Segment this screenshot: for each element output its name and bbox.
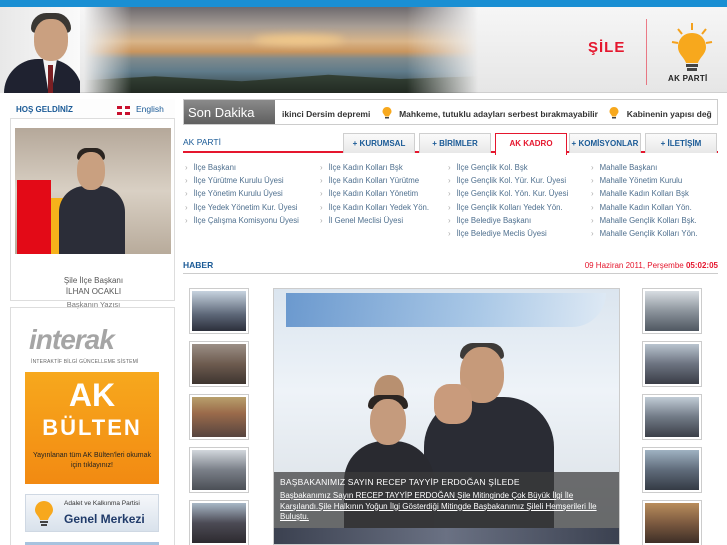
menu-item[interactable]: Mahalle Kadın Kolları Bşk [591,189,697,202]
ticker-item[interactable]: Kabinenin yapısı değ [627,109,712,119]
bulten-title: BÜLTEN [42,415,142,440]
menu-item[interactable]: İlçe Gençlik Kol. Yön. Kur. Üyesi [448,189,569,202]
bulten-text: Yayınlanan tüm AK Bülten'leri okumak içi… [33,452,151,469]
menu-item[interactable]: İlçe Yedek Yönetim Kur. Üyesi [185,203,299,216]
city-title: ŞİLE [588,39,626,56]
news-datetime: 09 Haziran 2011, Perşembe 05:02:05 [584,261,718,270]
menu-item[interactable]: İlçe Belediye Meclis Üyesi [448,229,568,242]
ticker-item[interactable]: ikinci Dersim depremi [282,109,370,119]
news-thumbnail[interactable] [642,341,702,387]
tab-birimler[interactable]: + BİRİMLER [419,133,491,153]
news-header: HABER 09 Haziran 2011, Perşembe 05:02:05 [183,258,718,274]
nav-brand: AK PARTİ [183,137,221,147]
main-nav: AK PARTİ + KURUMSAL + BİRİMLER AK KADRO … [183,133,718,155]
english-link[interactable]: English [136,104,164,114]
logo-label: AK PARTİ [668,74,708,83]
menu-item[interactable]: Mahalle Gençlik Kolları Bşk. [591,216,697,229]
menu-item[interactable]: Mahalle Yönetim Kurulu [591,176,697,189]
uk-flag-icon[interactable] [117,106,130,115]
menu-column: İlçe Kadın Kolları Bşk İlçe Kadın Kollar… [320,163,429,229]
featured-body[interactable]: Başbakanımız Sayın RECEP TAYYİP ERDOĞAN … [280,491,610,523]
menu-column: İlçe Gençlik Kol. Bşk İlçe Gençlik Kol. … [448,163,569,242]
menu-item[interactable]: Mahalle Kadın Kolları Yön. [591,203,697,216]
featured-news[interactable]: BAŞBAKANIMIZ SAYIN RECEP TAYYİP ERDOĞAN … [273,288,620,545]
featured-bottom-strip [274,528,619,544]
site-header: ŞİLE AK PARTİ [0,7,727,93]
menu-column: Mahalle Başkanı Mahalle Yönetim Kurulu M… [591,163,698,242]
ticker-items: ikinci Dersim depremi Mahkeme, tutuklu a… [282,106,716,120]
news-thumbnail[interactable] [642,447,702,493]
menu-item[interactable]: İlçe Yürütme Kurulu Üyesi [185,176,299,189]
menu-item[interactable]: İlçe Başkanı [185,163,299,176]
top-bar [0,0,727,7]
news-thumbnail[interactable] [642,288,702,334]
genel-merkez-banner[interactable]: Adalet ve Kalkınma Partisi Genel Merkezi [25,494,159,532]
interak-logo: interak [29,324,115,355]
menu-item[interactable]: İlçe Gençlik Kol. Bşk [448,163,568,176]
welcome-title: HOŞ GELDİNİZ [16,105,73,114]
header-panorama [84,7,478,93]
news-day: Perşembe [647,261,684,270]
ak-bulten-banner[interactable]: AK BÜLTEN Yayınlanan tüm AK Bülten'leri … [25,372,159,484]
menu-item[interactable]: İlçe Gençlik Kolları Yedek Yön. [448,203,568,216]
menu-column: İlçe Başkanı İlçe Yürütme Kurulu Üyesi İ… [185,163,299,229]
tab-iletisim[interactable]: + İLETİŞİM [645,133,717,153]
left-sidebar: HOŞ GELDİNİZ English Şile İlçe Başkanı İ… [10,99,175,309]
ticker-item[interactable]: Mahkeme, tutuklu adayları serbest bırakm… [399,109,598,119]
news-thumbnail[interactable] [642,500,702,545]
menu-item[interactable]: İlçe Çalışma Komisyonu Üyesi [185,216,299,229]
news-thumbnail[interactable] [189,394,249,440]
merkez-big-text: Genel Merkezi [64,512,145,526]
ticker-label: Son Dakika [184,100,275,124]
news-thumbnail[interactable] [642,394,702,440]
interak-banner[interactable]: interak İNTERAKTİF BİLGİ GÜNCELLEME SİST… [29,316,159,372]
breaking-news-ticker: Son Dakika ikinci Dersim depremi Mahkeme… [183,99,718,125]
bulten-title-ak: AK [68,377,116,413]
profile-photo[interactable] [15,128,171,254]
news-thumbnail[interactable] [189,288,249,334]
featured-caption: BAŞBAKANIMIZ SAYIN RECEP TAYYİP ERDOĞAN … [274,472,619,528]
news-title: HABER [183,260,214,270]
ak-bulb-icon [609,107,619,119]
profile-card: Şile İlçe Başkanı İLHAN OCAKLI Başkanın … [10,119,175,309]
header-portrait [0,7,80,93]
featured-title[interactable]: BAŞBAKANIMIZ SAYIN RECEP TAYYİP ERDOĞAN … [280,477,520,487]
menu-item[interactable]: İlçe Gençlik Kol. Yür. Kur. Üyesi [448,176,568,189]
menu-item[interactable]: İlçe Belediye Başkanı [448,216,568,229]
profile-title: Şile İlçe Başkanı [63,276,124,285]
tab-ak-kadro[interactable]: AK KADRO [495,133,567,155]
tab-komisyonlar[interactable]: + KOMİSYONLAR [569,133,641,153]
menu-item[interactable]: İlçe Kadın Kolları Bşk [320,163,429,176]
menu-item[interactable]: İlçe Kadın Kolları Yedek Yön. [320,203,429,216]
merkez-small-text: Adalet ve Kalkınma Partisi [64,500,140,507]
news-time: 05:02:05 [685,261,718,270]
welcome-bar: HOŞ GELDİNİZ English [10,99,175,119]
menu-item[interactable]: İlçe Kadın Kolları Yönetim [320,189,429,202]
ak-bulb-icon [382,107,392,119]
menu-item[interactable]: İlçe Yönetim Kurulu Üyesi [185,189,299,202]
menu-item[interactable]: İl Genel Meclisi Üyesi [320,216,429,229]
interak-subtitle: İNTERAKTİF BİLGİ GÜNCELLEME SİSTEMİ [31,359,139,365]
news-thumbnail[interactable] [189,341,249,387]
menu-item[interactable]: İlçe Kadın Kolları Yürütme [320,176,429,189]
menu-item[interactable]: Mahalle Gençlik Kolları Yön. [591,229,698,242]
news-thumbnail[interactable] [189,500,249,545]
header-divider [646,19,647,85]
sidebar-banners: interak İNTERAKTİF BİLGİ GÜNCELLEME SİST… [10,307,175,545]
news-date: 09 Haziran 2011 [584,261,643,270]
tab-kurumsal[interactable]: + KURUMSAL [343,133,415,153]
menu-item[interactable]: Mahalle Başkanı [591,163,697,176]
profile-name: İLHAN OCAKLI [65,287,122,296]
ak-bulb-icon [35,501,53,526]
news-thumbnail[interactable] [189,447,249,493]
